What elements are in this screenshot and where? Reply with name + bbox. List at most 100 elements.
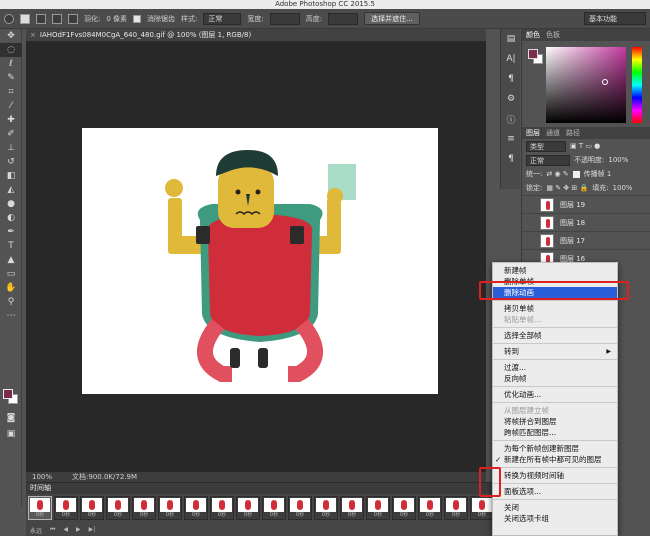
menu-item[interactable]: 优化动画... bbox=[493, 389, 617, 400]
frame-delay[interactable]: 0秒 bbox=[192, 512, 200, 518]
type-tool-icon[interactable]: T bbox=[0, 239, 22, 253]
timeline-frame[interactable]: 0秒 bbox=[236, 496, 260, 520]
antialias-checkbox[interactable] bbox=[133, 14, 142, 23]
color-picker-cursor[interactable] bbox=[602, 79, 608, 85]
hue-slider[interactable] bbox=[632, 47, 642, 123]
timeline-frame[interactable]: 0秒 bbox=[444, 496, 468, 520]
width-field[interactable] bbox=[269, 12, 300, 25]
layer-row[interactable]: 图层 18 bbox=[522, 213, 650, 231]
layer-row[interactable]: 图层 19 bbox=[522, 195, 650, 213]
frame-delay[interactable]: 0秒 bbox=[244, 512, 252, 518]
frame-delay[interactable]: 0秒 bbox=[36, 512, 44, 518]
close-tab-icon[interactable]: × bbox=[30, 31, 36, 39]
filter-icons[interactable]: ▣ T ▭ ● bbox=[570, 142, 600, 150]
frame-delay[interactable]: 0秒 bbox=[374, 512, 382, 518]
character-panel-icon[interactable]: A| bbox=[501, 49, 521, 69]
paragraph-panel-icon[interactable]: ¶ bbox=[501, 69, 521, 89]
frame-delay[interactable]: 0秒 bbox=[296, 512, 304, 518]
menu-item[interactable]: 面板选项... bbox=[493, 486, 617, 497]
timeline-frame[interactable]: 0秒 bbox=[366, 496, 390, 520]
menu-item[interactable]: ✓ 新建在所有帧中都可见的图层 bbox=[493, 454, 617, 465]
blur-tool-icon[interactable]: ● bbox=[0, 197, 22, 211]
marquee-tool-icon[interactable]: ◌ bbox=[0, 43, 22, 57]
color-panel-foreground[interactable] bbox=[528, 49, 538, 59]
menu-item[interactable]: 转换为视频时间轴 bbox=[493, 470, 617, 481]
tab-channels[interactable]: 通道 bbox=[546, 127, 560, 139]
add-selection-icon[interactable] bbox=[36, 13, 46, 24]
quick-select-tool-icon[interactable]: ✎ bbox=[0, 71, 22, 85]
timeline-frame[interactable]: 0秒 bbox=[392, 496, 416, 520]
timeline-tab[interactable]: 时间轴 bbox=[26, 483, 496, 494]
timeline-frame[interactable]: 0秒 bbox=[262, 496, 286, 520]
menu-item[interactable]: 拷贝单帧 bbox=[493, 303, 617, 314]
menu-item[interactable]: 关闭 bbox=[493, 502, 617, 513]
menu-item[interactable]: 转到 ▶ bbox=[493, 346, 617, 357]
menu-item[interactable]: 过渡... bbox=[493, 362, 617, 373]
loop-select[interactable]: 永远 bbox=[30, 526, 42, 535]
glyph-panel-icon[interactable]: ¶ bbox=[501, 149, 521, 169]
timeline-frame[interactable]: 0秒 bbox=[210, 496, 234, 520]
timeline-frame[interactable]: 0秒 bbox=[132, 496, 156, 520]
frame-delay[interactable]: 0秒 bbox=[114, 512, 122, 518]
new-selection-icon[interactable] bbox=[20, 13, 30, 24]
unify-icons[interactable]: ⇄ ◉ ✎ bbox=[546, 170, 568, 178]
frame-delay[interactable]: 0秒 bbox=[166, 512, 174, 518]
marquee-tool-preset-icon[interactable] bbox=[4, 13, 14, 24]
info-panel-icon[interactable]: ⓘ bbox=[501, 109, 521, 129]
hand-tool-icon[interactable]: ✋ bbox=[0, 281, 22, 295]
blend-mode-select[interactable]: 正常 bbox=[526, 154, 570, 166]
workspace-select[interactable]: 基本功能 bbox=[584, 12, 646, 25]
timeline-frame[interactable]: 0秒 bbox=[106, 496, 130, 520]
screen-mode-icon[interactable]: ▣ bbox=[0, 427, 22, 441]
feather-value[interactable]: 0 像素 bbox=[106, 14, 127, 24]
timeline-frame[interactable]: 0秒 bbox=[340, 496, 364, 520]
timeline-frame[interactable]: 0秒 bbox=[470, 496, 494, 520]
brush-tool-icon[interactable]: ✐ bbox=[0, 127, 22, 141]
tab-layers[interactable]: 图层 bbox=[526, 127, 540, 139]
frame-delay[interactable]: 0秒 bbox=[478, 512, 486, 518]
frame-delay[interactable]: 0秒 bbox=[452, 512, 460, 518]
frame-delay[interactable]: 0秒 bbox=[348, 512, 356, 518]
frame-delay[interactable]: 0秒 bbox=[426, 512, 434, 518]
timeline-frame[interactable]: 0秒 bbox=[288, 496, 312, 520]
timeline-frame[interactable]: 0秒 bbox=[184, 496, 208, 520]
quick-mask-icon[interactable]: ◙ bbox=[0, 411, 22, 425]
adjust-panel-icon[interactable]: ≡ bbox=[501, 129, 521, 149]
eraser-tool-icon[interactable]: ◧ bbox=[0, 169, 22, 183]
fill-value[interactable]: 100% bbox=[613, 184, 633, 192]
timeline-frame[interactable]: 0秒 bbox=[28, 496, 52, 520]
subtract-selection-icon[interactable] bbox=[52, 13, 62, 24]
menu-item[interactable]: 将帧拼合到图层 bbox=[493, 416, 617, 427]
more-tools-icon[interactable]: ⋯ bbox=[0, 309, 22, 323]
first-frame-icon[interactable]: ⏮ bbox=[50, 526, 55, 535]
pen-tool-icon[interactable]: ✒ bbox=[0, 225, 22, 239]
canvas-area[interactable] bbox=[26, 42, 486, 472]
frame-delay[interactable]: 0秒 bbox=[322, 512, 330, 518]
play-icon[interactable]: ▶ bbox=[76, 526, 81, 535]
opacity-value[interactable]: 100% bbox=[608, 156, 628, 164]
tab-swatches[interactable]: 色板 bbox=[546, 29, 560, 41]
healing-brush-tool-icon[interactable]: ✚ bbox=[0, 113, 22, 127]
intersect-selection-icon[interactable] bbox=[68, 13, 78, 24]
move-tool-icon[interactable]: ✥ bbox=[0, 29, 22, 43]
tab-color[interactable]: 颜色 bbox=[526, 29, 540, 41]
layer-kind-filter[interactable]: 类型 bbox=[526, 140, 566, 152]
propagate-checkbox[interactable] bbox=[572, 170, 580, 178]
timeline-frame[interactable]: 0秒 bbox=[158, 496, 182, 520]
frame-delay[interactable]: 0秒 bbox=[400, 512, 408, 518]
timeline-frame[interactable]: 0秒 bbox=[314, 496, 338, 520]
zoom-tool-icon[interactable]: ⚲ bbox=[0, 295, 22, 309]
tab-paths[interactable]: 路径 bbox=[566, 127, 580, 139]
menu-item[interactable]: 反向帧 bbox=[493, 373, 617, 384]
timeline-frame[interactable]: 0秒 bbox=[80, 496, 104, 520]
zoom-level[interactable]: 100% bbox=[32, 472, 52, 482]
frame-delay[interactable]: 0秒 bbox=[62, 512, 70, 518]
color-field[interactable] bbox=[546, 47, 626, 123]
dodge-tool-icon[interactable]: ◐ bbox=[0, 211, 22, 225]
foreground-color-swatch[interactable] bbox=[3, 389, 13, 399]
timeline-frame[interactable]: 0秒 bbox=[418, 496, 442, 520]
rectangle-tool-icon[interactable]: ▭ bbox=[0, 267, 22, 281]
paint-bucket-tool-icon[interactable]: ◭ bbox=[0, 183, 22, 197]
frame-delay[interactable]: 0秒 bbox=[270, 512, 278, 518]
menu-item[interactable]: 关闭选项卡组 bbox=[493, 513, 617, 524]
